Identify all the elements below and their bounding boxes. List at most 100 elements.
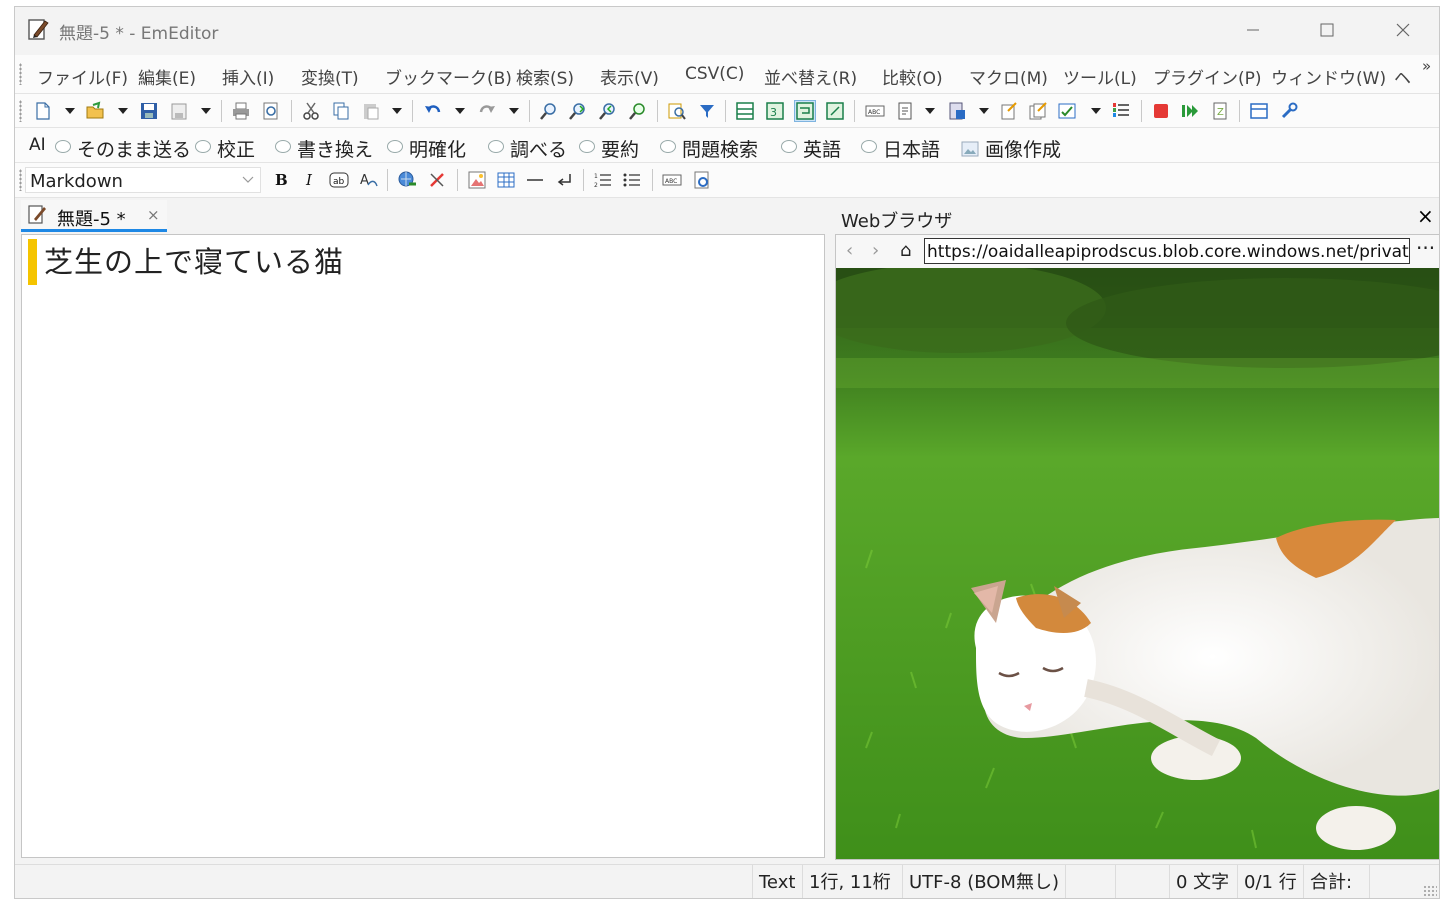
- redo-icon[interactable]: [477, 101, 497, 121]
- record-macro-icon[interactable]: [1151, 101, 1171, 121]
- ai-summarize-button[interactable]: 要約: [579, 135, 639, 162]
- menu-overflow-chevron-icon[interactable]: »: [1422, 57, 1431, 75]
- outline-icon[interactable]: 3: [765, 101, 785, 121]
- markers-icon[interactable]: ABC: [865, 101, 885, 121]
- maximize-button[interactable]: [1305, 13, 1349, 47]
- menu-search[interactable]: 検索(S): [516, 64, 574, 89]
- document-tab[interactable]: 無題-5 * ×: [21, 200, 167, 232]
- ai-create-image-button[interactable]: 画像作成: [961, 135, 1061, 162]
- macros-icon[interactable]: [1057, 101, 1077, 121]
- status-position[interactable]: 1行, 11桁: [802, 865, 902, 898]
- macros-dropdown-icon[interactable]: [1091, 108, 1101, 114]
- replace-icon[interactable]: [627, 101, 647, 121]
- all-configs-icon[interactable]: [1028, 101, 1048, 121]
- ai-send-as-is-button[interactable]: そのまま送る: [55, 135, 191, 162]
- ai-english-button[interactable]: 英語: [781, 135, 841, 162]
- run-macro-icon[interactable]: [1180, 101, 1200, 121]
- list-icon[interactable]: [1111, 101, 1131, 121]
- customize-bars-icon[interactable]: [1249, 101, 1269, 121]
- save-all-icon[interactable]: [169, 101, 189, 121]
- save-icon[interactable]: [139, 101, 159, 121]
- snippets-icon[interactable]: [895, 101, 915, 121]
- menu-help[interactable]: ヘ: [1394, 64, 1411, 89]
- menu-tools[interactable]: ツール(L): [1063, 64, 1137, 89]
- ai-rewrite-button[interactable]: 書き換え: [275, 135, 373, 162]
- ai-clarify-button[interactable]: 明確化: [387, 135, 466, 162]
- menu-insert[interactable]: 挿入(I): [222, 64, 274, 89]
- text-editor[interactable]: 芝生の上で寝ている猫: [21, 234, 825, 858]
- toolbar-grip[interactable]: [19, 169, 22, 191]
- find-previous-icon[interactable]: [598, 101, 618, 121]
- copy-icon[interactable]: [331, 101, 351, 121]
- paste-dropdown-icon[interactable]: [392, 108, 402, 114]
- open-file-icon[interactable]: [85, 101, 105, 121]
- print-icon[interactable]: [231, 101, 251, 121]
- menu-file[interactable]: ファイル(F): [37, 64, 128, 89]
- save-dropdown-icon[interactable]: [201, 108, 211, 114]
- close-tab-icon[interactable]: ×: [147, 206, 160, 224]
- menu-macro[interactable]: マクロ(M): [969, 64, 1048, 89]
- split-window-icon[interactable]: [735, 101, 755, 121]
- italic-icon[interactable]: I: [301, 170, 321, 190]
- line-break-icon[interactable]: [555, 170, 575, 190]
- settings-wrench-icon[interactable]: [1279, 101, 1299, 121]
- status-encoding[interactable]: UTF-8 (BOM無し): [902, 865, 1065, 898]
- menubar-grip[interactable]: [19, 63, 22, 85]
- menu-view[interactable]: 表示(V): [600, 64, 659, 89]
- ai-proofread-button[interactable]: 校正: [195, 135, 255, 162]
- find-in-files-icon[interactable]: [667, 101, 687, 121]
- bold-icon[interactable]: B: [271, 170, 291, 190]
- ai-japanese-button[interactable]: 日本語: [861, 135, 940, 162]
- config-icon[interactable]: [947, 101, 967, 121]
- link-icon[interactable]: [397, 170, 417, 190]
- filter-icon[interactable]: [697, 101, 717, 121]
- markers-icon[interactable]: ABC: [662, 170, 682, 190]
- view-page-icon[interactable]: [825, 101, 845, 121]
- more-options-icon[interactable]: ···: [1416, 236, 1435, 260]
- new-file-dropdown-icon[interactable]: [65, 108, 75, 114]
- status-mode[interactable]: Text: [752, 865, 802, 898]
- new-file-icon[interactable]: [33, 101, 53, 121]
- snippets-dropdown-icon[interactable]: [925, 108, 935, 114]
- menu-window[interactable]: ウィンドウ(W): [1271, 64, 1386, 89]
- macro-script-icon[interactable]: Z: [1210, 101, 1230, 121]
- editor-line-1[interactable]: 芝生の上で寝ている猫: [44, 239, 344, 281]
- close-browser-icon[interactable]: ×: [1417, 204, 1434, 228]
- undo-dropdown-icon[interactable]: [455, 108, 465, 114]
- numbered-list-icon[interactable]: 12: [593, 170, 613, 190]
- ai-research-button[interactable]: 調べる: [488, 135, 567, 162]
- menu-edit[interactable]: 編集(E): [138, 64, 196, 89]
- redo-dropdown-icon[interactable]: [509, 108, 519, 114]
- insert-image-icon[interactable]: [467, 170, 487, 190]
- url-input[interactable]: https://oaidalleapiprodscus.blob.core.wi…: [924, 238, 1410, 264]
- close-window-button[interactable]: [1381, 13, 1425, 47]
- properties-icon[interactable]: [999, 101, 1019, 121]
- menu-csv[interactable]: CSV(C): [685, 64, 744, 84]
- paste-icon[interactable]: [361, 101, 381, 121]
- resize-grip-icon[interactable]: [1423, 885, 1437, 898]
- menu-plugin[interactable]: プラグイン(P): [1153, 64, 1262, 89]
- find-icon[interactable]: [539, 101, 559, 121]
- cut-icon[interactable]: [301, 101, 321, 121]
- back-icon[interactable]: ‹: [846, 240, 853, 261]
- menu-convert[interactable]: 変換(T): [301, 64, 359, 89]
- refresh-preview-icon[interactable]: [692, 170, 712, 190]
- menu-compare[interactable]: 比較(O): [882, 64, 943, 89]
- print-preview-icon[interactable]: [261, 101, 281, 121]
- ai-find-issues-button[interactable]: 問題検索: [660, 135, 758, 162]
- minimize-button[interactable]: [1231, 13, 1275, 47]
- wrap-icon[interactable]: [794, 100, 816, 122]
- unlink-icon[interactable]: [427, 170, 447, 190]
- undo-icon[interactable]: [423, 101, 443, 121]
- format-combo[interactable]: Markdown: [25, 167, 261, 193]
- horizontal-rule-icon[interactable]: [525, 170, 545, 190]
- insert-table-icon[interactable]: [496, 170, 516, 190]
- home-icon[interactable]: ⌂: [900, 240, 911, 261]
- menu-bookmark[interactable]: ブックマーク(B): [385, 64, 512, 89]
- code-icon[interactable]: ab: [329, 170, 349, 190]
- bulleted-list-icon[interactable]: [622, 170, 642, 190]
- config-dropdown-icon[interactable]: [979, 108, 989, 114]
- forward-icon[interactable]: ›: [872, 240, 879, 261]
- open-file-dropdown-icon[interactable]: [118, 108, 128, 114]
- menu-sort[interactable]: 並べ替え(R): [764, 64, 857, 89]
